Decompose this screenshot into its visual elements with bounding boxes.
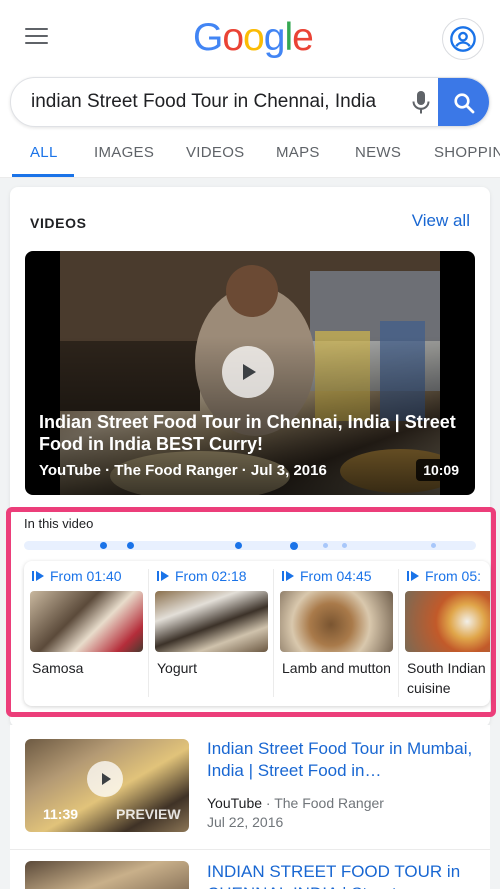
microphone-icon[interactable] — [411, 90, 431, 121]
play-skip-icon — [32, 571, 44, 581]
search-icon — [453, 93, 474, 114]
in-this-video-label: In this video — [24, 516, 94, 531]
result-thumbnail[interactable]: 11:39 PREVIEW — [25, 739, 189, 832]
chapter-card[interactable]: From 02:18 Yogurt — [149, 561, 274, 706]
timeline-marker[interactable] — [235, 542, 242, 549]
timeline-marker[interactable] — [127, 542, 134, 549]
videos-section-title: VIDEOS — [30, 215, 87, 231]
google-logo[interactable]: Google — [193, 16, 314, 60]
video-timeline[interactable] — [24, 541, 476, 550]
play-skip-icon — [157, 571, 169, 581]
search-tabs: ALL IMAGES VIDEOS MAPS NEWS SHOPPING — [0, 136, 500, 178]
account-icon[interactable] — [442, 18, 484, 60]
active-tab-indicator — [12, 174, 74, 177]
chapter-thumbnail — [155, 591, 268, 652]
tab-videos[interactable]: VIDEOS — [186, 144, 244, 161]
chapter-card[interactable]: From 01:40 Samosa — [24, 561, 149, 706]
result-duration: 11:39 — [43, 806, 79, 822]
chapter-time: From 04:45 — [282, 568, 372, 584]
logo-letter: o — [222, 16, 244, 59]
video-duration-badge: 10:09 — [416, 459, 466, 481]
chapter-time: From 02:18 — [157, 568, 247, 584]
key-moments-carousel[interactable]: From 01:40 Samosa From 02:18 Yogurt From… — [24, 561, 490, 706]
search-input[interactable]: indian Street Food Tour in Chennai, Indi… — [31, 91, 376, 113]
play-skip-icon — [407, 571, 419, 581]
timeline-marker[interactable] — [100, 542, 107, 549]
logo-letter: l — [284, 16, 293, 59]
divider — [10, 849, 490, 850]
chapter-label: Samosa — [32, 660, 84, 676]
logo-letter: G — [193, 16, 223, 59]
play-skip-icon — [282, 571, 294, 581]
play-icon[interactable] — [87, 761, 123, 797]
timeline-marker[interactable] — [431, 543, 436, 548]
result-title[interactable]: INDIAN STREET FOOD TOUR in CHENNAI, INDI… — [207, 861, 477, 889]
chapter-thumbnail — [30, 591, 143, 652]
featured-video[interactable]: Indian Street Food Tour in Chennai, Indi… — [25, 251, 475, 495]
video-results-list: 11:39 PREVIEW Indian Street Food Tour in… — [10, 725, 490, 889]
preview-badge: PREVIEW — [116, 806, 181, 822]
result-thumbnail[interactable] — [25, 861, 189, 889]
chapter-card[interactable]: From 05: South Indian cuisine — [399, 561, 490, 706]
featured-video-meta: YouTube · The Food Ranger · Jul 3, 2016 — [39, 462, 327, 479]
tab-shopping[interactable]: SHOPPING — [434, 144, 500, 161]
featured-video-title[interactable]: Indian Street Food Tour in Chennai, Indi… — [39, 411, 464, 455]
logo-letter: g — [263, 16, 286, 59]
chapter-time: From 01:40 — [32, 568, 122, 584]
chapter-label: Lamb and mutton — [282, 660, 391, 676]
logo-letter: o — [243, 16, 265, 59]
tab-news[interactable]: NEWS — [355, 144, 401, 161]
chapter-label: South Indian cuisine — [407, 660, 486, 696]
top-bar: Google indian Street Food Tour in Chenna… — [0, 0, 500, 178]
chapter-time: From 05: — [407, 568, 481, 584]
logo-letter: e — [292, 16, 314, 59]
timeline-marker[interactable] — [342, 543, 347, 548]
chapter-card[interactable]: From 04:45 Lamb and mutton — [274, 561, 399, 706]
chapter-thumbnail — [280, 591, 393, 652]
tab-images[interactable]: IMAGES — [94, 144, 154, 161]
view-all-link[interactable]: View all — [412, 211, 470, 231]
timeline-marker[interactable] — [290, 541, 298, 550]
chapter-label: Yogurt — [157, 660, 197, 676]
result-source: YouTube · The Food Ranger — [207, 795, 384, 811]
search-button[interactable] — [438, 78, 489, 126]
timeline-marker[interactable] — [323, 543, 328, 548]
result-date: Jul 22, 2016 — [207, 814, 284, 830]
hamburger-menu-icon[interactable] — [25, 28, 48, 46]
search-box[interactable]: indian Street Food Tour in Chennai, Indi… — [10, 77, 490, 127]
result-title[interactable]: Indian Street Food Tour in Mumbai, India… — [207, 738, 477, 782]
tab-all[interactable]: ALL — [30, 144, 58, 161]
tab-maps[interactable]: MAPS — [276, 144, 320, 161]
play-icon[interactable] — [222, 346, 274, 398]
chapter-thumbnail — [405, 591, 490, 652]
